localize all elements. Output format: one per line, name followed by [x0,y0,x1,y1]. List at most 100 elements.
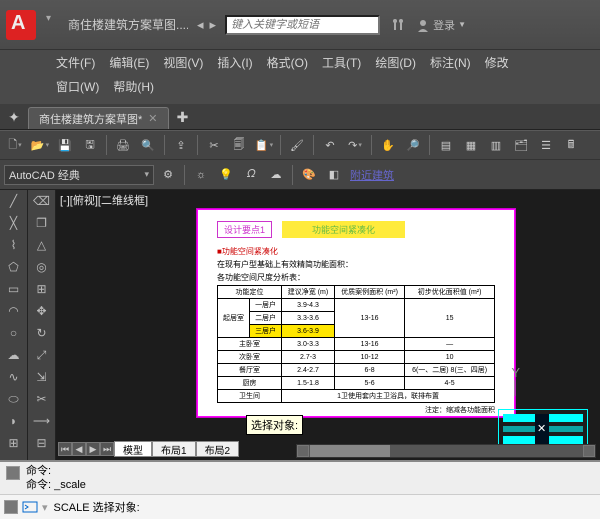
properties-button[interactable]: ▤ [435,134,457,156]
horizontal-scrollbar[interactable] [296,444,596,458]
move-tool[interactable]: ✥ [33,302,51,320]
undo-button[interactable]: ↶ [319,134,341,156]
sun-icon[interactable]: ☼ [190,164,212,186]
cmd-history-handle[interactable] [6,466,20,480]
scroll-right-icon[interactable] [583,445,595,457]
workspace-toolbar: AutoCAD 经典 ⚙ ☼ 💡 𝛺 ☁ 🎨 ◧ 附近建筑 [0,160,600,190]
close-tab-icon[interactable]: ✕ [148,112,157,125]
copy-tool[interactable]: ❐ [33,214,51,232]
drawing-canvas[interactable]: [-][俯视][二维线框] 设计要点1 功能空间紧凑化 ■功能空间紧凑化 在现有… [56,190,600,460]
search-input[interactable] [225,15,380,35]
app-logo-icon[interactable] [6,10,36,40]
infocenter-search-icon[interactable] [389,15,409,35]
command-area: 命令: 命令: _scale ▾ SCALE 选择对象: [0,460,600,519]
spline-tool[interactable]: ∿ [5,368,23,386]
circle-tool[interactable]: ○ [5,324,23,342]
stretch-tool[interactable]: ⇲ [33,368,51,386]
menu-format[interactable]: 格式(O) [267,54,308,71]
xline-tool[interactable]: ╳ [5,214,23,232]
polygon-tool[interactable]: ⬠ [5,258,23,276]
ellipse-tool[interactable]: ⬭ [5,390,23,408]
extend-tool[interactable]: ⟶ [33,412,51,430]
arc-tool[interactable]: ◠ [5,302,23,320]
tab-layout1[interactable]: 布局1 [152,441,196,457]
menu-window[interactable]: 窗口(W) [56,78,99,95]
qat-prev-icon[interactable]: ◂ [197,17,204,33]
ellipsearc-tool[interactable]: ◗ [5,412,23,430]
save-button[interactable]: 💾 [54,134,76,156]
menu-file[interactable]: 文件(F) [56,54,95,71]
cloud-icon[interactable]: ☁ [265,164,287,186]
command-input-text[interactable]: SCALE 选择对象: [52,497,596,517]
menu-help[interactable]: 帮助(H) [113,78,154,95]
scale-tool[interactable]: ⤢ [33,346,51,364]
vp-prev-icon[interactable]: ◀ [72,442,86,456]
file-tab-label: 商住楼建筑方案草图* [39,111,142,127]
matchprop-button[interactable]: 🖌 [286,134,308,156]
vp-last-icon[interactable]: ⏭ [100,442,114,456]
cut-button[interactable]: ✂ [203,134,225,156]
array-tool[interactable]: ⊞ [33,280,51,298]
mirror-tool[interactable]: △ [33,236,51,254]
bulb-icon[interactable]: 𝛺 [240,164,262,186]
open-button[interactable]: 📂 [29,134,51,156]
rotate-tool[interactable]: ↻ [33,324,51,342]
tab-layout2[interactable]: 布局2 [196,441,240,457]
menu-dim[interactable]: 标注(N) [430,54,471,71]
offset-tool[interactable]: ◎ [33,258,51,276]
nearby-link[interactable]: 附近建筑 [350,167,394,183]
add-tab-icon[interactable]: ✚ [173,109,193,129]
menu-insert[interactable]: 插入(I) [217,54,252,71]
menu-modify[interactable]: 修改 [485,54,509,71]
new-button[interactable]: 🗋 [4,134,26,156]
vp-first-icon[interactable]: ⏮ [58,442,72,456]
command-history[interactable]: 命令: 命令: _scale [0,462,600,495]
visualstyle-icon[interactable]: ◧ [323,164,345,186]
plot-button[interactable]: 🖨 [112,134,134,156]
embedded-image-sheet[interactable]: 设计要点1 功能空间紧凑化 ■功能空间紧凑化 在现有户型基础上有效精简功能面积：… [196,208,516,418]
break-tool[interactable]: ⊟ [33,434,51,452]
markup-button[interactable]: ☰ [535,134,557,156]
render-icon[interactable]: 🎨 [298,164,320,186]
menu-tools[interactable]: 工具(T) [322,54,361,71]
banner-tag: 功能空间紧凑化 [282,221,405,238]
menu-draw[interactable]: 绘图(D) [375,54,416,71]
cmd-close-icon[interactable] [4,500,18,514]
zoom-button[interactable]: 🔎 [402,134,424,156]
sheetset-button[interactable]: 🗂 [510,134,532,156]
pan-button[interactable]: ✋ [377,134,399,156]
insert-tool[interactable]: ⊞ [5,434,23,452]
viewport-label[interactable]: [-][俯视][二维线框] [60,192,148,208]
file-tab-active[interactable]: 商住楼建筑方案草图* ✕ [28,107,169,129]
publish-button[interactable]: ⇪ [170,134,192,156]
pline-tool[interactable]: ⌇ [5,236,23,254]
login-button[interactable]: 登录 ▼ [416,17,466,33]
qat-next-icon[interactable]: ▸ [210,17,217,33]
scroll-thumb[interactable] [310,445,390,457]
rect-tool[interactable]: ▭ [5,280,23,298]
command-line[interactable]: ▾ SCALE 选择对象: [0,495,600,519]
light-icon[interactable]: 💡 [215,164,237,186]
new-tab-button[interactable]: ✦ [4,109,24,129]
app-menu-dropdown[interactable] [46,12,56,38]
menu-view[interactable]: 视图(V) [163,54,203,71]
line-tool[interactable]: ╱ [5,192,23,210]
quickcalc-button[interactable]: 🖩 [560,134,582,156]
vp-next-icon[interactable]: ▶ [86,442,100,456]
workspace-settings-icon[interactable]: ⚙ [157,164,179,186]
paste-button[interactable]: 📋 [253,134,275,156]
revcloud-tool[interactable]: ☁ [5,346,23,364]
redo-button[interactable]: ↷ [344,134,366,156]
copy-button[interactable]: 🗐 [228,134,250,156]
workspace-select[interactable]: AutoCAD 经典 [4,165,154,185]
menu-edit[interactable]: 编辑(E) [109,54,149,71]
tab-model[interactable]: 模型 [114,441,152,457]
toolpalette-button[interactable]: ▥ [485,134,507,156]
preview-button[interactable]: 🔍 [137,134,159,156]
scroll-left-icon[interactable] [297,445,309,457]
command-prompt-icon[interactable] [22,499,38,515]
saveas-button[interactable]: 🖫 [79,134,101,156]
erase-tool[interactable]: ⌫ [33,192,51,210]
trim-tool[interactable]: ✂ [33,390,51,408]
designcenter-button[interactable]: ▦ [460,134,482,156]
